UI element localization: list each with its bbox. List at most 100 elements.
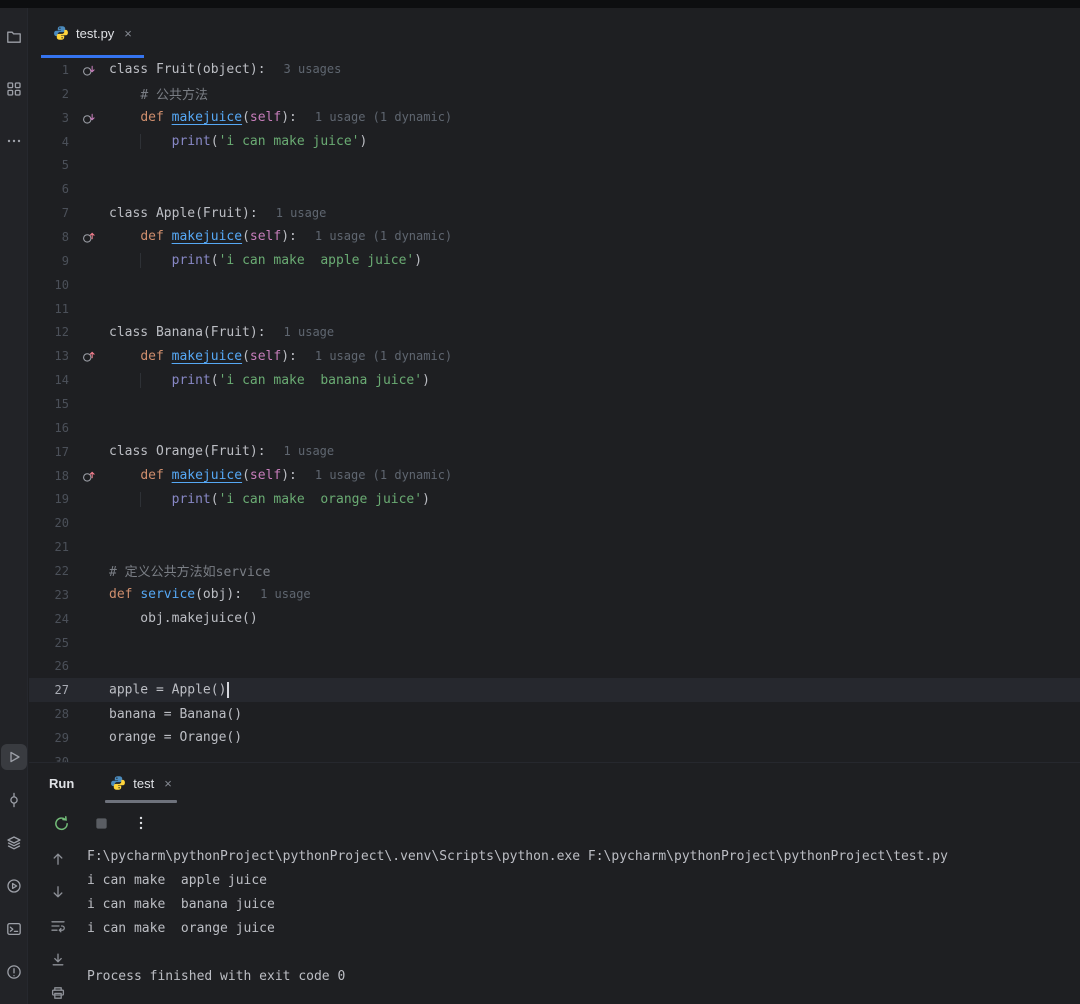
editor-line[interactable]: 17 class Orange(Fruit): 1 usage [29, 440, 1080, 464]
tool-stripe-button-run-anything[interactable] [1, 873, 27, 899]
arrow-down-button[interactable] [47, 882, 69, 904]
overridden-method-icon[interactable] [82, 63, 96, 77]
editor-line[interactable]: 24 obj.makejuice() [29, 607, 1080, 631]
more-options-button[interactable] [129, 811, 153, 835]
editor-line[interactable]: 3 def makejuice(self): 1 usage (1 dynamic… [29, 106, 1080, 130]
editor-line[interactable]: 6 [29, 177, 1080, 201]
usages-hint[interactable]: 1 usage [260, 587, 311, 601]
line-number[interactable]: 8 [29, 230, 69, 244]
editor-line[interactable]: 12 class Banana(Fruit): 1 usage [29, 320, 1080, 344]
scroll-to-end-button[interactable] [47, 949, 69, 971]
run-tab-test[interactable]: test × [100, 763, 182, 803]
line-number[interactable]: 12 [29, 325, 69, 339]
stop-button[interactable] [89, 811, 113, 835]
overriding-method-icon[interactable] [82, 349, 96, 363]
line-number[interactable]: 6 [29, 182, 69, 196]
line-number[interactable]: 26 [29, 659, 69, 673]
line-number[interactable]: 16 [29, 421, 69, 435]
gutter[interactable] [69, 349, 109, 363]
overriding-method-icon[interactable] [82, 230, 96, 244]
editor-line[interactable]: 11 [29, 297, 1080, 321]
run-tab-close-icon[interactable]: × [164, 777, 172, 790]
line-number[interactable]: 2 [29, 87, 69, 101]
editor-line[interactable]: 7 class Apple(Fruit): 1 usage [29, 201, 1080, 225]
tab-close-icon[interactable]: × [124, 27, 132, 40]
editor-line[interactable]: 29 orange = Orange() [29, 726, 1080, 750]
editor-line[interactable]: 30 [29, 750, 1080, 762]
usages-hint[interactable]: 1 usage [284, 325, 335, 339]
line-number[interactable]: 15 [29, 397, 69, 411]
editor-line[interactable]: 28 banana = Banana() [29, 702, 1080, 726]
line-number[interactable]: 22 [29, 564, 69, 578]
line-number[interactable]: 9 [29, 254, 69, 268]
tool-stripe-button-more-tool-windows[interactable] [1, 128, 27, 154]
tool-stripe-button-run[interactable] [0, 744, 27, 770]
editor-line[interactable]: 10 [29, 273, 1080, 297]
line-number[interactable]: 11 [29, 302, 69, 316]
editor-line[interactable]: 23 def service(obj): 1 usage [29, 583, 1080, 607]
line-number[interactable]: 28 [29, 707, 69, 721]
tool-stripe-button-terminal[interactable] [1, 916, 27, 942]
editor-line[interactable]: 2 # 公共方法 [29, 82, 1080, 106]
editor-line[interactable]: 21 [29, 535, 1080, 559]
soft-wrap-button[interactable] [47, 915, 69, 937]
gutter[interactable] [69, 111, 109, 125]
line-number[interactable]: 4 [29, 135, 69, 149]
usages-hint[interactable]: 1 usage (1 dynamic) [315, 468, 452, 482]
tool-stripe-button-structure[interactable] [1, 76, 27, 102]
line-number[interactable]: 5 [29, 158, 69, 172]
console-output[interactable]: F:\pycharm\pythonProject\pythonProject\.… [87, 843, 1080, 1004]
usages-hint[interactable]: 1 usage [284, 444, 335, 458]
editor-line[interactable]: 15 [29, 392, 1080, 416]
line-number[interactable]: 24 [29, 612, 69, 626]
editor-line[interactable]: 20 [29, 511, 1080, 535]
editor-line[interactable]: 19 print('i can make orange juice') [29, 487, 1080, 511]
editor-line[interactable]: 13 def makejuice(self): 1 usage (1 dynami… [29, 344, 1080, 368]
code-editor[interactable]: 1 class Fruit(object): 3 usages 2 # 公共方法 3 d… [29, 58, 1080, 762]
line-number[interactable]: 25 [29, 636, 69, 650]
line-number[interactable]: 3 [29, 111, 69, 125]
editor-line[interactable]: 18 def makejuice(self): 1 usage (1 dynami… [29, 464, 1080, 488]
usages-hint[interactable]: 3 usages [284, 62, 342, 76]
editor-tab-test-py[interactable]: test.py × [41, 8, 144, 58]
editor-line[interactable]: 5 [29, 153, 1080, 177]
print-console-button[interactable] [47, 982, 69, 1004]
line-number[interactable]: 20 [29, 516, 69, 530]
usages-hint[interactable]: 1 usage [276, 206, 327, 220]
editor-line[interactable]: 27 apple = Apple() [29, 678, 1080, 703]
editor-line[interactable]: 14 print('i can make banana juice') [29, 368, 1080, 392]
line-number[interactable]: 1 [29, 63, 69, 77]
line-number[interactable]: 17 [29, 445, 69, 459]
rerun-button[interactable] [49, 811, 73, 835]
gutter[interactable] [69, 230, 109, 244]
line-number[interactable]: 23 [29, 588, 69, 602]
usages-hint[interactable]: 1 usage (1 dynamic) [315, 349, 452, 363]
editor-line[interactable]: 4 print('i can make juice') [29, 130, 1080, 154]
line-number[interactable]: 27 [29, 683, 69, 697]
tool-stripe-button-problems[interactable] [1, 959, 27, 985]
gutter[interactable] [69, 63, 109, 77]
editor-line[interactable]: 26 [29, 654, 1080, 678]
editor-line[interactable]: 25 [29, 631, 1080, 655]
usages-hint[interactable]: 1 usage (1 dynamic) [315, 229, 452, 243]
editor-line[interactable]: 22 # 定义公共方法如service [29, 559, 1080, 583]
editor-line[interactable]: 9 print('i can make apple juice') [29, 249, 1080, 273]
tool-stripe-button-commit[interactable] [1, 787, 27, 813]
line-number[interactable]: 14 [29, 373, 69, 387]
editor-line[interactable]: 16 [29, 416, 1080, 440]
tool-stripe-button-project-folder[interactable] [1, 24, 27, 50]
editor-line[interactable]: 8 def makejuice(self): 1 usage (1 dynamic… [29, 225, 1080, 249]
line-number[interactable]: 18 [29, 469, 69, 483]
line-number[interactable]: 13 [29, 349, 69, 363]
line-number[interactable]: 19 [29, 492, 69, 506]
line-number[interactable]: 29 [29, 731, 69, 745]
overriding-method-icon[interactable] [82, 469, 96, 483]
line-number[interactable]: 21 [29, 540, 69, 554]
gutter[interactable] [69, 469, 109, 483]
overridden-method-icon[interactable] [82, 111, 96, 125]
arrow-up-button[interactable] [47, 848, 69, 870]
line-number[interactable]: 30 [29, 755, 69, 762]
line-number[interactable]: 7 [29, 206, 69, 220]
line-number[interactable]: 10 [29, 278, 69, 292]
editor-line[interactable]: 1 class Fruit(object): 3 usages [29, 58, 1080, 82]
